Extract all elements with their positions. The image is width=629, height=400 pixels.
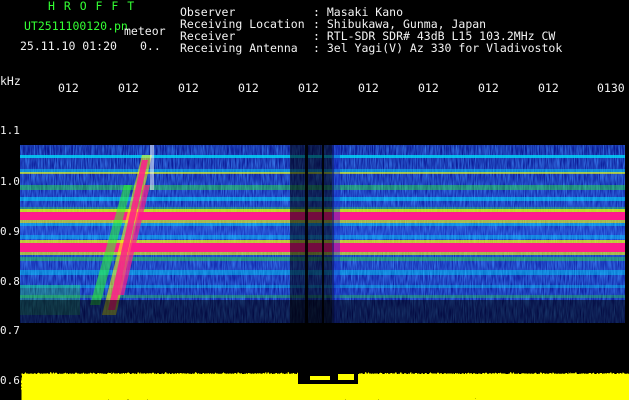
time-tick: 0130	[597, 81, 625, 95]
freq-tick: 0.7	[0, 324, 20, 337]
freq-tick: 1.1	[0, 124, 20, 137]
signal-level-bar	[20, 366, 629, 400]
freq-tick: 0.6	[0, 374, 20, 387]
time-tick: 012	[478, 81, 499, 95]
time-tick: 012	[538, 81, 559, 95]
freq-tick: 0.9	[0, 225, 20, 238]
spectrogram-image	[20, 145, 625, 323]
event-tag: meteor	[124, 24, 166, 38]
record-datetime: 25.11.10 01:20	[20, 39, 117, 53]
freq-tick: 1.0	[0, 175, 20, 188]
freq-tick: 0.8	[0, 275, 20, 288]
time-tick: 012	[238, 81, 259, 95]
time-tick: 012	[118, 81, 139, 95]
time-tick: 012	[58, 81, 79, 95]
time-tick: 012	[358, 81, 379, 95]
info-label-antenna: Receiving Antenna	[180, 41, 298, 55]
time-tick: 012	[178, 81, 199, 95]
info-value-antenna: : 3el Yagi(V) Az 330 for Vladivostok	[313, 41, 563, 55]
app-brand: H R O F F T	[48, 0, 136, 13]
time-tick: 012	[418, 81, 439, 95]
freq-unit-label: kHz	[0, 74, 21, 88]
time-tick: 012	[298, 81, 319, 95]
record-extra: 0..	[140, 39, 161, 53]
file-name: UT2511100120.pn	[24, 19, 128, 33]
